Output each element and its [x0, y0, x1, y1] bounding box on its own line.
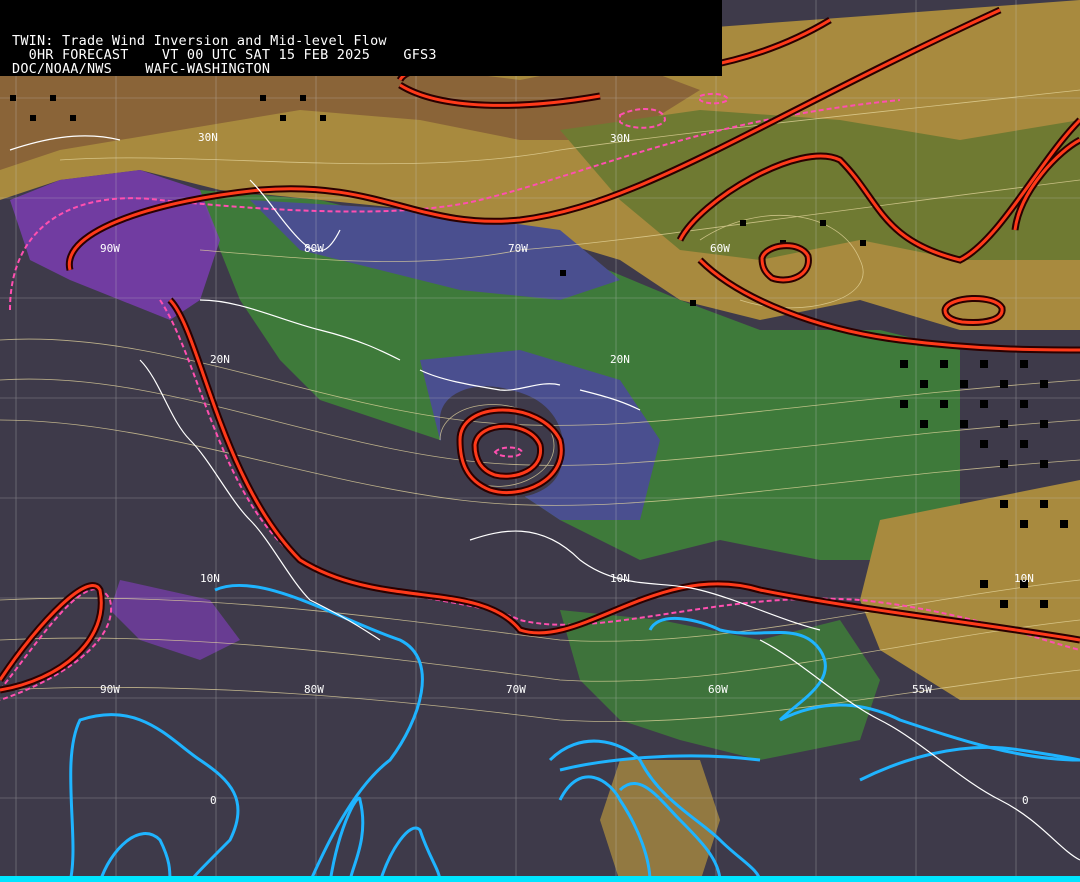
lbl-70w-top: 70W: [508, 242, 528, 255]
lbl-30n-right: 30N: [610, 132, 630, 145]
lbl-0-left: 0: [210, 794, 217, 807]
header-panel: TWIN: Trade Wind Inversion and Mid-level…: [0, 0, 722, 77]
lbl-60w-top: 60W: [710, 242, 730, 255]
map-canvas: 30N 30N 90W 80W 70W 60W 20N 20N 10N 10N …: [0, 0, 1080, 882]
twin-map: 30N 30N 90W 80W 70W 60W 20N 20N 10N 10N …: [0, 0, 1080, 882]
lbl-10n-left: 10N: [200, 572, 220, 585]
lbl-10n-right: 10N: [1014, 572, 1034, 585]
lbl-30n-left: 30N: [198, 131, 218, 144]
lbl-80w-bot: 80W: [304, 683, 324, 696]
bottom-cyan-bar: [0, 876, 1080, 882]
lbl-90w-top: 90W: [100, 242, 120, 255]
lbl-90w-bot: 90W: [100, 683, 120, 696]
lbl-20n-right: 20N: [610, 353, 630, 366]
tan-field-sa: [600, 760, 720, 882]
lbl-70w-bot: 70W: [506, 683, 526, 696]
lbl-55w-bot: 55W: [912, 683, 932, 696]
header-agency: DOC/NOAA/NWS WAFC-WASHINGTON: [12, 61, 271, 77]
lbl-60w-bot: 60W: [708, 683, 728, 696]
lbl-20n-left: 20N: [210, 353, 230, 366]
lbl-0-right: 0: [1022, 794, 1029, 807]
lbl-10n-mid: 10N: [610, 572, 630, 585]
lbl-80w-top: 80W: [304, 242, 324, 255]
